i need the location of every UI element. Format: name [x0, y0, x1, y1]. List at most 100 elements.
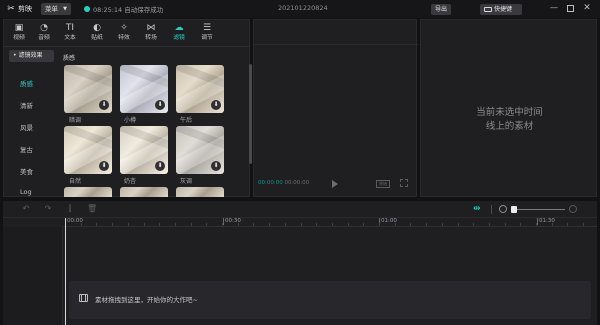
filter-thumbnail[interactable]: ⬇: [64, 126, 112, 174]
category-item-log[interactable]: Log: [20, 188, 32, 196]
empty-line-1: 当前未选中时间: [476, 107, 543, 118]
ruler-minor-tick: [457, 223, 459, 226]
filter-label: 午后: [180, 117, 193, 124]
divider: [4, 46, 249, 47]
ruler-minor-tick: [143, 223, 145, 226]
ruler-minor-tick: [127, 223, 129, 226]
ruler-minor-tick: [80, 223, 82, 226]
effects-icon: ✧: [120, 23, 128, 33]
filter-thumbnail[interactable]: ⬇: [120, 65, 168, 113]
save-status: 08:25:14 自动保存成功: [93, 6, 164, 14]
tab-adjust[interactable]: ☰ 调节: [196, 22, 218, 44]
ruler-minor-tick: [269, 223, 271, 226]
tab-effects[interactable]: ✧ 特效: [113, 22, 135, 44]
export-button[interactable]: 导出: [431, 4, 451, 15]
filter-label: 自然: [69, 178, 82, 185]
filter-thumbnail[interactable]: ⬇: [176, 65, 224, 113]
audio-icon: ◔: [40, 23, 48, 33]
shortcut-button[interactable]: 快捷键: [480, 4, 522, 15]
sticker-icon: ◐: [93, 23, 101, 33]
playhead[interactable]: [65, 218, 66, 325]
timeline-panel: ↶ ↷ ⫿ 🗑 ⇹ 00:00 00:30 01:00 01:30 素材拖拽到这…: [3, 201, 597, 325]
zoom-slider-handle[interactable]: [511, 206, 517, 213]
redo-icon[interactable]: ↷: [43, 204, 53, 214]
ruler-tick: [537, 218, 538, 225]
ruler-minor-tick: [253, 223, 255, 226]
download-icon[interactable]: ⬇: [99, 100, 109, 110]
tab-filter[interactable]: ☁ 滤镜: [168, 22, 190, 44]
menu-button[interactable]: 菜单 ▼: [41, 3, 71, 15]
text-icon: TI: [65, 23, 75, 33]
filter-thumbnail[interactable]: [64, 187, 112, 197]
fullscreen-icon[interactable]: [400, 179, 408, 187]
play-icon[interactable]: [332, 180, 338, 188]
tab-sticker[interactable]: ◐ 贴纸: [86, 22, 108, 44]
category-item-texture[interactable]: 质感: [20, 78, 33, 88]
ruler-minor-tick: [96, 223, 98, 226]
category-item-fresh[interactable]: 清新: [20, 100, 33, 110]
ruler-minor-tick: [583, 223, 585, 226]
shortcut-label: 快捷键: [494, 6, 513, 13]
tab-transition[interactable]: ⋈ 转场: [140, 22, 162, 44]
menu-label: 菜单: [45, 5, 58, 13]
minimize-icon[interactable]: —: [550, 4, 558, 13]
filter-label: 小樽: [124, 117, 137, 124]
app-name: 剪映: [18, 5, 32, 13]
download-icon[interactable]: ⬇: [211, 161, 221, 171]
category-header-filter-effects[interactable]: • 滤镜效果: [9, 50, 54, 62]
tab-text[interactable]: TI 文本: [59, 22, 81, 44]
media-panel: ▣ 视频 ◔ 音频 TI 文本 ◐ 贴纸 ✧ 特效 ⋈ 转场 ☁ 滤镜 ☰ 调节 • 滤镜效果 …: [3, 19, 252, 197]
tab-label: 滤镜: [173, 35, 185, 41]
ruler-minor-tick: [488, 223, 490, 226]
download-icon[interactable]: ⬇: [211, 100, 221, 110]
tab-audio[interactable]: ◔ 音频: [33, 22, 55, 44]
filter-thumbnail[interactable]: ⬇: [64, 65, 112, 113]
current-time: 00:00:00: [258, 180, 283, 186]
tab-label: 视频: [13, 35, 25, 41]
ruler-minor-tick: [112, 223, 114, 226]
ruler-tick: [223, 218, 224, 225]
aspect-ratio-button[interactable]: 原始: [376, 180, 390, 188]
transition-icon: ⋈: [146, 23, 156, 33]
category-item-scenery[interactable]: 风景: [20, 122, 33, 132]
close-icon[interactable]: ✕: [582, 3, 592, 13]
split-icon[interactable]: ⫿: [65, 204, 75, 214]
save-status-icon: [84, 6, 90, 12]
delete-icon[interactable]: 🗑: [87, 204, 97, 214]
tab-video[interactable]: ▣ 视频: [8, 22, 30, 44]
media-drop-zone[interactable]: 素材拖拽到这里，开始你的大作吧~: [69, 281, 591, 319]
download-icon[interactable]: ⬇: [99, 161, 109, 171]
category-item-food[interactable]: 美食: [20, 166, 33, 176]
ruler-minor-tick: [410, 223, 412, 226]
total-time: 00:00:00: [284, 180, 310, 186]
time-ruler[interactable]: 00:00 00:30 01:00 01:30: [63, 218, 597, 227]
film-icon: [79, 294, 88, 302]
keyboard-icon: [484, 7, 492, 12]
maximize-icon[interactable]: [567, 5, 574, 12]
filter-thumbnail[interactable]: ⬇: [120, 126, 168, 174]
filter-thumbnail[interactable]: ⬇: [176, 126, 224, 174]
filter-label: 灰调: [180, 178, 193, 185]
filter-label: 暗调: [69, 117, 82, 124]
snap-icon[interactable]: ⇹: [473, 204, 485, 214]
category-item-retro[interactable]: 复古: [20, 144, 33, 154]
app-logo-icon: ✂: [7, 4, 15, 14]
filter-thumbnail[interactable]: [120, 187, 168, 197]
ruler-minor-tick: [536, 223, 537, 226]
ruler-minor-tick: [567, 223, 569, 226]
title-bar: ✂ 剪映 菜单 ▼ 08:25:14 自动保存成功 202101220824 导出…: [0, 0, 600, 18]
timeline-toolbar: ↶ ↷ ⫿ 🗑 ⇹: [3, 201, 597, 218]
download-icon[interactable]: ⬇: [155, 161, 165, 171]
ruler-minor-tick: [190, 223, 192, 226]
download-icon[interactable]: ⬇: [155, 100, 165, 110]
ruler-minor-tick: [237, 223, 239, 226]
zoom-in-icon[interactable]: [569, 205, 577, 213]
zoom-out-icon[interactable]: [499, 205, 507, 213]
zoom-slider[interactable]: [513, 209, 565, 210]
filter-thumbnail[interactable]: [176, 187, 224, 197]
tab-label: 贴纸: [91, 35, 103, 41]
scrollbar[interactable]: [249, 64, 252, 164]
video-icon: ▣: [14, 23, 24, 33]
player-panel: 00:00:00 00:00:00 原始: [253, 19, 418, 197]
undo-icon[interactable]: ↶: [21, 204, 31, 214]
